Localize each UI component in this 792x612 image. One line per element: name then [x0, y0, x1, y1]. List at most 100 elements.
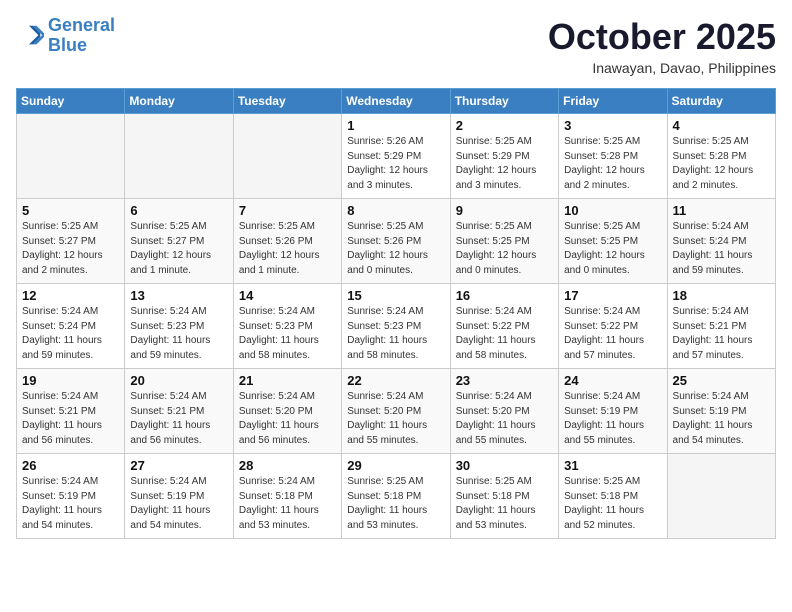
- title-area: October 2025 Inawayan, Davao, Philippine…: [548, 16, 776, 76]
- logo: General Blue: [16, 16, 115, 56]
- day-number: 12: [22, 288, 119, 303]
- day-info: Sunrise: 5:24 AM Sunset: 5:18 PM Dayligh…: [239, 475, 336, 533]
- day-number: 29: [347, 458, 444, 473]
- day-info: Sunrise: 5:25 AM Sunset: 5:26 PM Dayligh…: [347, 220, 444, 278]
- calendar-cell: 15Sunrise: 5:24 AM Sunset: 5:23 PM Dayli…: [342, 284, 450, 369]
- calendar-cell: 13 Sunrise: 5:24 AM Sunset: 5:23 PM Dayli…: [125, 284, 233, 369]
- day-info: Sunrise: 5:24 AM Sunset: 5:24 PM Dayligh…: [22, 305, 119, 363]
- calendar-cell: 4Sunrise: 5:25 AM Sunset: 5:28 PM Daylig…: [667, 114, 775, 199]
- calendar-cell: [17, 114, 125, 199]
- day-info: Sunrise: 5:25 AM Sunset: 5:18 PM Dayligh…: [564, 475, 661, 533]
- day-number: 6: [130, 203, 227, 218]
- day-number: 22: [347, 373, 444, 388]
- weekday-header-tuesday: Tuesday: [233, 89, 341, 114]
- day-info: Sunrise: 5:24 AM Sunset: 5:20 PM Dayligh…: [456, 390, 553, 448]
- day-number: 3: [564, 118, 661, 133]
- calendar-cell: 19 Sunrise: 5:24 AM Sunset: 5:21 PM Dayli…: [17, 369, 125, 454]
- calendar-cell: 3 Sunrise: 5:25 AM Sunset: 5:28 PM Daylig…: [559, 114, 667, 199]
- day-number: 19: [22, 373, 119, 388]
- calendar-cell: 29 Sunrise: 5:25 AM Sunset: 5:18 PM Dayli…: [342, 454, 450, 539]
- weekday-header-saturday: Saturday: [667, 89, 775, 114]
- calendar-cell: 27Sunrise: 5:24 AM Sunset: 5:19 PM Dayli…: [125, 454, 233, 539]
- calendar-cell: 25Sunrise: 5:24 AM Sunset: 5:19 PM Dayli…: [667, 369, 775, 454]
- day-info: Sunrise: 5:24 AM Sunset: 5:21 PM Dayligh…: [130, 390, 227, 448]
- day-number: 11: [673, 203, 770, 218]
- calendar-cell: 7 Sunrise: 5:25 AM Sunset: 5:26 PM Daylig…: [233, 199, 341, 284]
- day-number: 8: [347, 203, 444, 218]
- day-info: Sunrise: 5:24 AM Sunset: 5:22 PM Dayligh…: [456, 305, 553, 363]
- day-number: 2: [456, 118, 553, 133]
- calendar-cell: [125, 114, 233, 199]
- day-number: 5: [22, 203, 119, 218]
- day-info: Sunrise: 5:25 AM Sunset: 5:28 PM Dayligh…: [564, 135, 661, 193]
- calendar-cell: 26Sunrise: 5:24 AM Sunset: 5:19 PM Dayli…: [17, 454, 125, 539]
- weekday-header-friday: Friday: [559, 89, 667, 114]
- calendar-cell: 30Sunrise: 5:25 AM Sunset: 5:18 PM Dayli…: [450, 454, 558, 539]
- weekday-header-sunday: Sunday: [17, 89, 125, 114]
- calendar-cell: 17 Sunrise: 5:24 AM Sunset: 5:22 PM Dayli…: [559, 284, 667, 369]
- calendar-week-3: 12 Sunrise: 5:24 AM Sunset: 5:24 PM Dayli…: [17, 284, 776, 369]
- calendar-cell: 16Sunrise: 5:24 AM Sunset: 5:22 PM Dayli…: [450, 284, 558, 369]
- day-number: 25: [673, 373, 770, 388]
- weekday-header-wednesday: Wednesday: [342, 89, 450, 114]
- day-number: 9: [456, 203, 553, 218]
- weekday-header-thursday: Thursday: [450, 89, 558, 114]
- calendar-week-4: 19 Sunrise: 5:24 AM Sunset: 5:21 PM Dayli…: [17, 369, 776, 454]
- calendar-cell: 2 Sunrise: 5:25 AM Sunset: 5:29 PM Daylig…: [450, 114, 558, 199]
- day-info: Sunrise: 5:24 AM Sunset: 5:19 PM Dayligh…: [22, 475, 119, 533]
- calendar-cell: 9Sunrise: 5:25 AM Sunset: 5:25 PM Daylig…: [450, 199, 558, 284]
- day-info: Sunrise: 5:25 AM Sunset: 5:27 PM Dayligh…: [22, 220, 119, 278]
- day-info: Sunrise: 5:25 AM Sunset: 5:18 PM Dayligh…: [347, 475, 444, 533]
- calendar-cell: 12 Sunrise: 5:24 AM Sunset: 5:24 PM Dayli…: [17, 284, 125, 369]
- calendar-cell: 22 Sunrise: 5:24 AM Sunset: 5:20 PM Dayli…: [342, 369, 450, 454]
- calendar-cell: 23 Sunrise: 5:24 AM Sunset: 5:20 PM Dayli…: [450, 369, 558, 454]
- day-number: 23: [456, 373, 553, 388]
- location-title: Inawayan, Davao, Philippines: [548, 60, 776, 76]
- month-title: October 2025: [548, 16, 776, 58]
- calendar-cell: 6 Sunrise: 5:25 AM Sunset: 5:27 PM Daylig…: [125, 199, 233, 284]
- calendar-cell: 31 Sunrise: 5:25 AM Sunset: 5:18 PM Dayli…: [559, 454, 667, 539]
- calendar-cell: 24Sunrise: 5:24 AM Sunset: 5:19 PM Dayli…: [559, 369, 667, 454]
- day-number: 27: [130, 458, 227, 473]
- calendar-cell: 14Sunrise: 5:24 AM Sunset: 5:23 PM Dayli…: [233, 284, 341, 369]
- day-info: Sunrise: 5:24 AM Sunset: 5:20 PM Dayligh…: [347, 390, 444, 448]
- day-number: 18: [673, 288, 770, 303]
- day-info: Sunrise: 5:24 AM Sunset: 5:21 PM Dayligh…: [673, 305, 770, 363]
- logo-text: General Blue: [48, 16, 115, 56]
- day-number: 31: [564, 458, 661, 473]
- calendar-cell: 18 Sunrise: 5:24 AM Sunset: 5:21 PM Dayli…: [667, 284, 775, 369]
- day-info: Sunrise: 5:24 AM Sunset: 5:21 PM Dayligh…: [22, 390, 119, 448]
- calendar-cell: 5 Sunrise: 5:25 AM Sunset: 5:27 PM Daylig…: [17, 199, 125, 284]
- calendar-cell: 1Sunrise: 5:26 AM Sunset: 5:29 PM Daylig…: [342, 114, 450, 199]
- day-number: 30: [456, 458, 553, 473]
- calendar-week-2: 5 Sunrise: 5:25 AM Sunset: 5:27 PM Daylig…: [17, 199, 776, 284]
- calendar-week-5: 26Sunrise: 5:24 AM Sunset: 5:19 PM Dayli…: [17, 454, 776, 539]
- day-number: 13: [130, 288, 227, 303]
- day-info: Sunrise: 5:25 AM Sunset: 5:25 PM Dayligh…: [564, 220, 661, 278]
- calendar-cell: 21Sunrise: 5:24 AM Sunset: 5:20 PM Dayli…: [233, 369, 341, 454]
- day-info: Sunrise: 5:24 AM Sunset: 5:24 PM Dayligh…: [673, 220, 770, 278]
- day-info: Sunrise: 5:24 AM Sunset: 5:23 PM Dayligh…: [130, 305, 227, 363]
- day-info: Sunrise: 5:25 AM Sunset: 5:29 PM Dayligh…: [456, 135, 553, 193]
- calendar: SundayMondayTuesdayWednesdayThursdayFrid…: [16, 88, 776, 539]
- calendar-cell: [667, 454, 775, 539]
- calendar-cell: [233, 114, 341, 199]
- day-number: 1: [347, 118, 444, 133]
- day-info: Sunrise: 5:25 AM Sunset: 5:26 PM Dayligh…: [239, 220, 336, 278]
- day-number: 20: [130, 373, 227, 388]
- day-info: Sunrise: 5:25 AM Sunset: 5:27 PM Dayligh…: [130, 220, 227, 278]
- day-number: 4: [673, 118, 770, 133]
- day-info: Sunrise: 5:24 AM Sunset: 5:20 PM Dayligh…: [239, 390, 336, 448]
- day-number: 7: [239, 203, 336, 218]
- day-number: 17: [564, 288, 661, 303]
- logo-icon: [16, 22, 44, 50]
- day-number: 15: [347, 288, 444, 303]
- header: General Blue October 2025 Inawayan, Dava…: [16, 16, 776, 76]
- calendar-header: SundayMondayTuesdayWednesdayThursdayFrid…: [17, 89, 776, 114]
- calendar-cell: 20 Sunrise: 5:24 AM Sunset: 5:21 PM Dayli…: [125, 369, 233, 454]
- day-number: 10: [564, 203, 661, 218]
- calendar-cell: 11 Sunrise: 5:24 AM Sunset: 5:24 PM Dayli…: [667, 199, 775, 284]
- day-info: Sunrise: 5:24 AM Sunset: 5:19 PM Dayligh…: [564, 390, 661, 448]
- day-info: Sunrise: 5:24 AM Sunset: 5:22 PM Dayligh…: [564, 305, 661, 363]
- calendar-cell: 10 Sunrise: 5:25 AM Sunset: 5:25 PM Dayli…: [559, 199, 667, 284]
